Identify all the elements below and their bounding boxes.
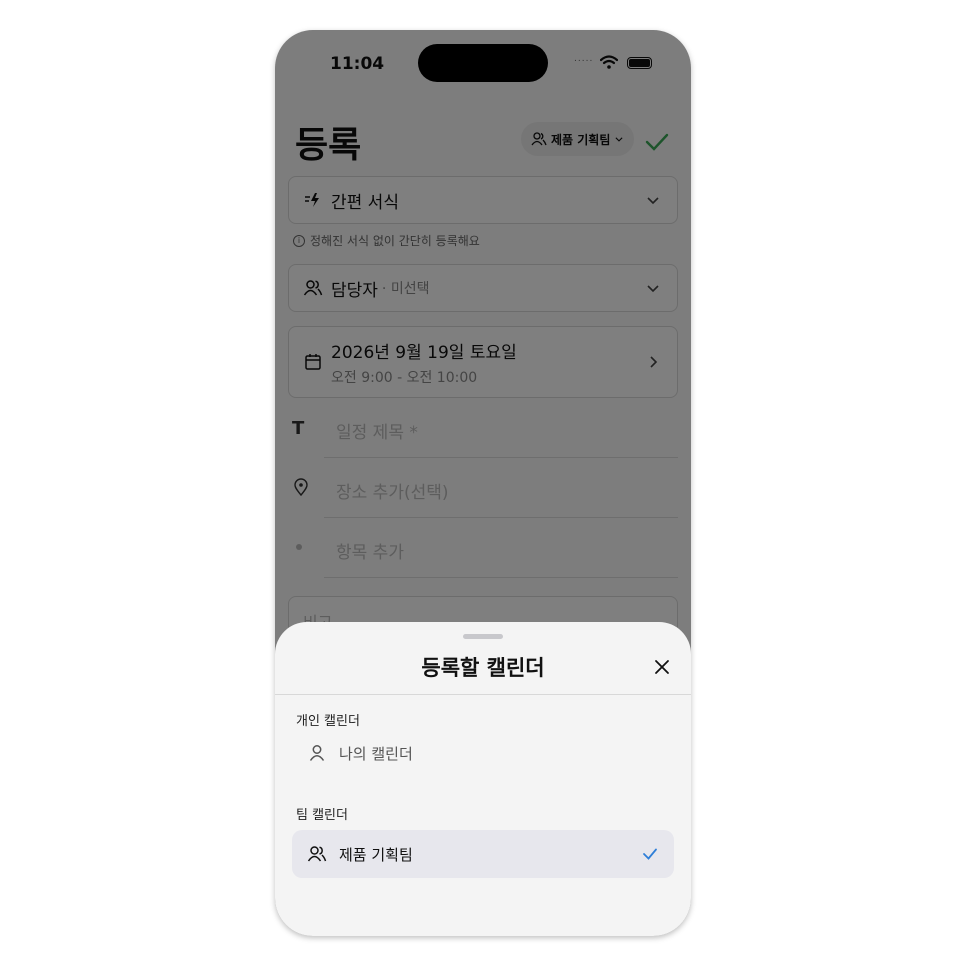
sheet-title: 등록할 캘린더	[421, 656, 545, 680]
checkmark-icon	[643, 848, 657, 860]
calendar-bottom-sheet: 등록할 캘린더 개인 캘린더 나의 캘린더 팀 캘린더 제품 기획팀	[275, 622, 691, 936]
team-calendar-section: 팀 캘린더	[296, 808, 348, 823]
personal-calendar-section: 개인 캘린더	[296, 714, 360, 729]
calendar-item-label: 제품 기획팀	[339, 845, 413, 864]
calendar-item-label: 나의 캘린더	[339, 744, 413, 763]
sheet-grabber[interactable]	[463, 634, 503, 639]
sheet-divider	[275, 694, 691, 695]
close-icon[interactable]	[651, 656, 673, 678]
calendar-item-personal[interactable]: 나의 캘린더	[292, 729, 674, 777]
calendar-item-team[interactable]: 제품 기획팀	[292, 830, 674, 878]
person-icon	[309, 745, 325, 761]
phone-frame: 11:04 ..... 등록 제품 기획팀	[275, 30, 691, 936]
people-icon	[307, 846, 327, 862]
